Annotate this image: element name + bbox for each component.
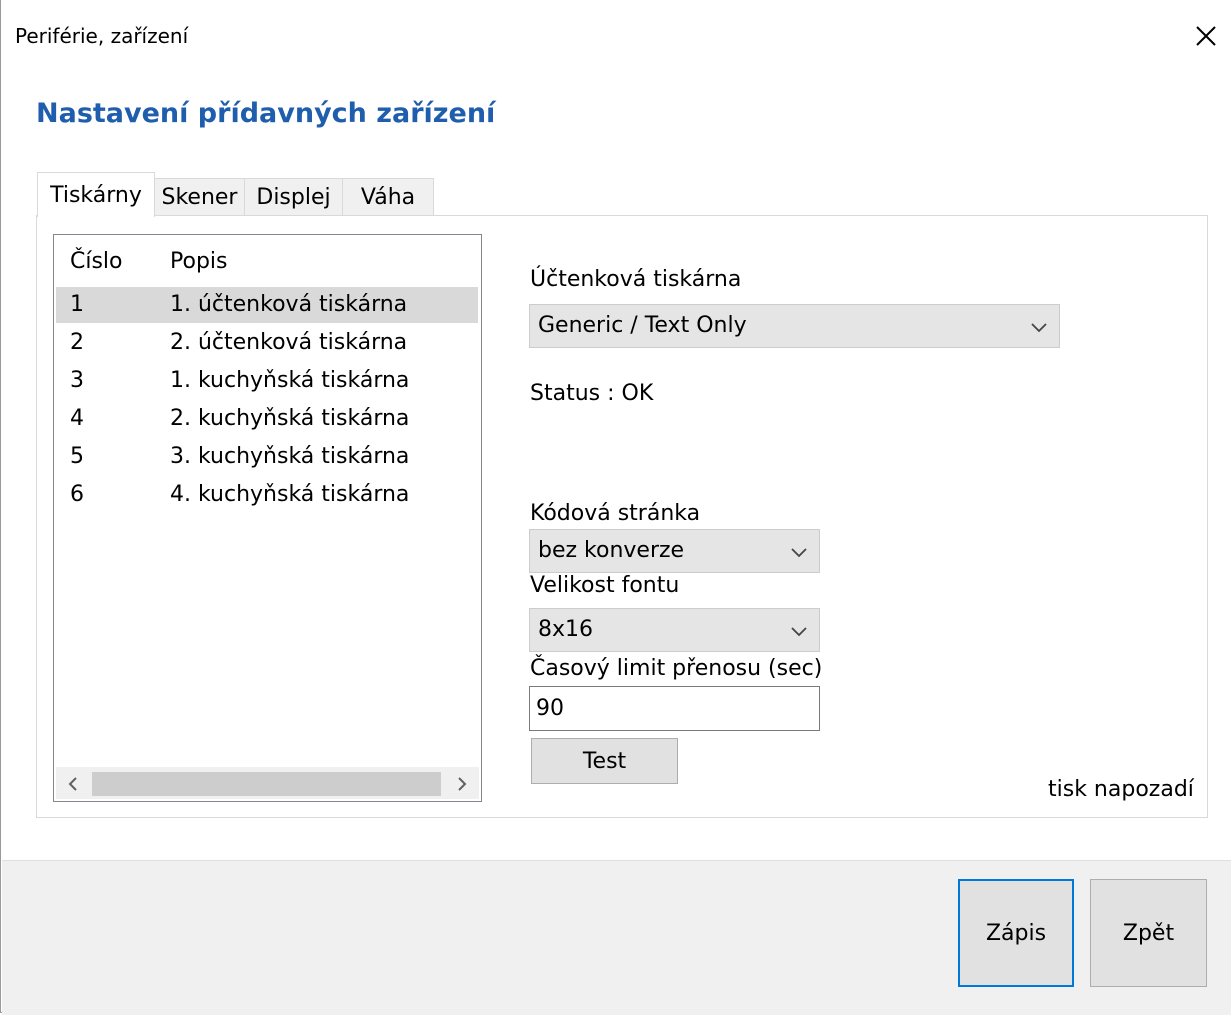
save-button[interactable]: Zápis xyxy=(958,879,1074,987)
printer-label: Účtenková tiskárna xyxy=(530,267,742,292)
printer-list[interactable]: Číslo Popis 1 1. účtenková tiskárna 2 2.… xyxy=(53,234,482,802)
timeout-label: Časový limit přenosu (sec) xyxy=(530,656,823,681)
row-number: 4 xyxy=(70,406,84,431)
title-bar: Periférie, zařízení xyxy=(1,0,1231,80)
tab-label: Displej xyxy=(256,185,331,210)
tab-printers[interactable]: Tiskárny xyxy=(37,172,155,217)
row-number: 2 xyxy=(70,330,84,355)
row-number: 3 xyxy=(70,368,84,393)
list-item[interactable]: 1 1. účtenková tiskárna xyxy=(56,287,478,323)
codepage-select[interactable]: bez konverze xyxy=(529,529,820,573)
row-description: 1. kuchyňská tiskárna xyxy=(170,368,410,393)
list-item[interactable]: 4 2. kuchyňská tiskárna xyxy=(56,401,478,437)
column-description-header[interactable]: Popis xyxy=(170,249,227,274)
row-description: 2. účtenková tiskárna xyxy=(170,330,408,355)
row-number: 5 xyxy=(70,444,84,469)
close-icon xyxy=(1196,26,1216,46)
list-item[interactable]: 2 2. účtenková tiskárna xyxy=(56,325,478,361)
codepage-label: Kódová stránka xyxy=(530,501,701,526)
row-description: 1. účtenková tiskárna xyxy=(170,292,408,317)
list-item[interactable]: 3 1. kuchyňská tiskárna xyxy=(56,363,478,399)
scrollbar-thumb[interactable] xyxy=(92,772,441,796)
test-button[interactable]: Test xyxy=(531,738,678,784)
chevron-left-icon xyxy=(68,777,77,791)
tab-label: Skener xyxy=(161,185,238,210)
column-number-header[interactable]: Číslo xyxy=(70,249,123,274)
tab-label: Váha xyxy=(360,185,416,210)
font-size-label: Velikost fontu xyxy=(530,573,680,598)
chevron-down-icon xyxy=(791,627,807,637)
row-number: 1 xyxy=(70,292,84,317)
background-print-label[interactable]: tisk napozadí xyxy=(1048,777,1194,802)
font-size-select-value: 8x16 xyxy=(538,617,594,642)
font-size-select[interactable]: 8x16 xyxy=(529,608,820,652)
tab-scale[interactable]: Váha xyxy=(342,178,434,216)
scroll-left-button[interactable] xyxy=(58,771,88,797)
back-button-label: Zpět xyxy=(1122,920,1175,946)
scroll-right-button[interactable] xyxy=(447,771,477,797)
horizontal-scrollbar[interactable] xyxy=(56,767,479,799)
list-item[interactable]: 5 3. kuchyňská tiskárna xyxy=(56,439,478,475)
status-text: Status : OK xyxy=(530,381,654,406)
printer-select[interactable]: Generic / Text Only xyxy=(529,304,1060,348)
dialog-window: Periférie, zařízení Nastavení přídavných… xyxy=(0,0,1231,1015)
page-heading: Nastavení přídavných zařízení xyxy=(36,98,496,129)
tab-scanner[interactable]: Skener xyxy=(154,178,245,216)
row-description: 2. kuchyňská tiskárna xyxy=(170,406,410,431)
row-number: 6 xyxy=(70,482,84,507)
chevron-down-icon xyxy=(1031,323,1047,333)
row-description: 4. kuchyňská tiskárna xyxy=(170,482,410,507)
timeout-input[interactable] xyxy=(529,686,820,731)
row-description: 3. kuchyňská tiskárna xyxy=(170,444,410,469)
save-button-label: Zápis xyxy=(985,920,1047,946)
chevron-down-icon xyxy=(791,548,807,558)
tab-label: Tiskárny xyxy=(50,182,142,208)
printer-select-value: Generic / Text Only xyxy=(538,313,747,338)
back-button[interactable]: Zpět xyxy=(1090,879,1207,987)
close-button[interactable] xyxy=(1180,12,1231,60)
list-item[interactable]: 6 4. kuchyňská tiskárna xyxy=(56,477,478,513)
codepage-select-value: bez konverze xyxy=(538,538,685,563)
test-button-label: Test xyxy=(582,748,627,774)
tab-display[interactable]: Displej xyxy=(244,178,343,216)
chevron-right-icon xyxy=(458,777,467,791)
window-title: Periférie, zařízení xyxy=(15,24,189,48)
list-header: Číslo Popis xyxy=(54,235,481,285)
